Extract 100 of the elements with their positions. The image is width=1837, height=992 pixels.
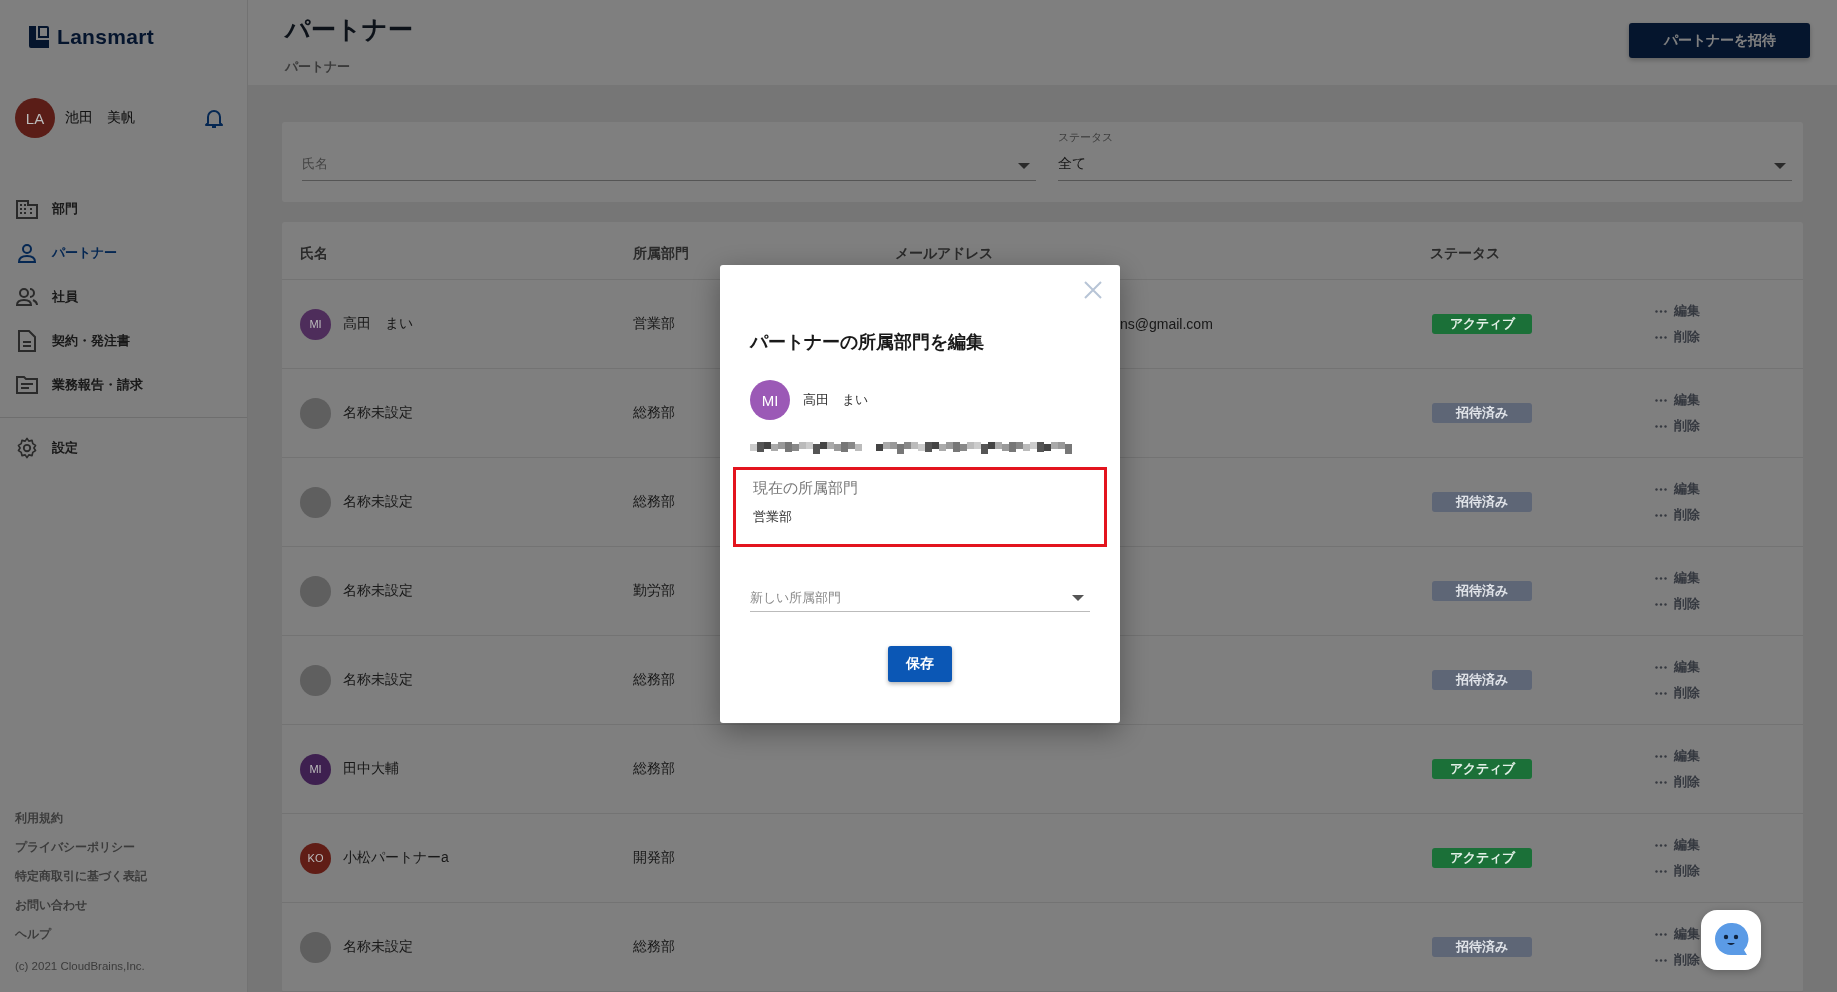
column-header: 氏名	[300, 244, 328, 263]
more-dots-icon	[1655, 424, 1667, 428]
status-badge: 招待済み	[1432, 670, 1532, 690]
app-logo: Lansmart	[57, 25, 154, 49]
footer-link[interactable]: プライバシーポリシー	[15, 840, 135, 855]
edit-link[interactable]: 編集	[1655, 569, 1700, 587]
partner-name: 高田 まい	[343, 315, 413, 333]
column-header: 所属部門	[633, 244, 689, 263]
delete-link[interactable]: 削除	[1655, 506, 1700, 524]
partner-name: 名称未設定	[343, 671, 413, 689]
field-label: 現在の所属部門	[753, 479, 858, 498]
department: 総務部	[633, 760, 675, 778]
more-dots-icon	[1655, 780, 1667, 784]
nav-item[interactable]: 部門	[0, 187, 84, 231]
delete-link[interactable]: 削除	[1655, 684, 1700, 702]
breadcrumb[interactable]: パートナー	[285, 58, 350, 76]
more-dots-icon	[1655, 843, 1667, 847]
chat-button[interactable]	[1701, 910, 1761, 970]
nav-item[interactable]: 契約・発注書	[0, 319, 136, 363]
folder-icon	[16, 376, 38, 394]
partner-name: 名称未設定	[343, 582, 413, 600]
more-dots-icon	[1655, 398, 1667, 402]
partner-name: 名称未設定	[343, 493, 413, 511]
more-dots-icon	[1655, 869, 1667, 873]
delete-link[interactable]: 削除	[1655, 773, 1700, 791]
person-icon	[18, 243, 36, 263]
more-dots-icon	[1655, 602, 1667, 606]
department: 総務部	[633, 938, 675, 956]
bell-icon[interactable]	[205, 107, 223, 129]
avatar: MI	[750, 380, 790, 420]
status-badge: アクティブ	[1432, 314, 1532, 334]
more-dots-icon	[1655, 576, 1667, 580]
nav-item[interactable]: 社員	[0, 275, 84, 319]
document-icon	[18, 330, 36, 352]
invite-button[interactable]: パートナーを招待	[1629, 23, 1810, 58]
department-dropdown[interactable]: 新しい所属部門	[750, 585, 1090, 612]
footer-link[interactable]: 利用規約	[15, 811, 63, 826]
edit-link[interactable]: 編集	[1655, 836, 1700, 854]
partner-name: 田中大輔	[343, 760, 399, 778]
partner-name: 高田 まい	[803, 391, 868, 409]
edit-link[interactable]: 編集	[1655, 925, 1700, 943]
department: 開発部	[633, 849, 675, 867]
partner-name: 小松パートナーa	[343, 849, 449, 867]
current-department: 営業部	[753, 508, 792, 526]
avatar: MI	[300, 753, 331, 785]
column-header: メールアドレス	[895, 244, 993, 263]
status-badge: 招待済み	[1432, 937, 1532, 957]
partner-name: 名称未設定	[343, 938, 413, 956]
department: 営業部	[633, 315, 675, 333]
user-name: 池田 美帆	[65, 109, 136, 127]
more-dots-icon	[1655, 309, 1667, 313]
user-avatar: LA	[15, 98, 55, 138]
edit-link[interactable]: 編集	[1655, 391, 1700, 409]
department: 総務部	[633, 671, 675, 689]
copyright: (c) 2021 CloudBrains,Inc.	[15, 960, 146, 972]
email: ns@gmail.com	[1120, 316, 1213, 332]
footer-link[interactable]: 特定商取引に基づく表記	[15, 869, 147, 884]
status-badge: 招待済み	[1432, 403, 1532, 423]
status-badge: 招待済み	[1432, 581, 1532, 601]
avatar: MI	[300, 308, 331, 340]
more-dots-icon	[1655, 691, 1667, 695]
delete-link[interactable]: 削除	[1655, 951, 1700, 969]
more-dots-icon	[1655, 513, 1667, 517]
dropdown-arrow-icon	[1072, 595, 1084, 601]
more-dots-icon	[1655, 754, 1667, 758]
dialog-title: パートナーの所属部門を編集	[750, 331, 984, 354]
people-icon	[16, 288, 38, 306]
column-header: ステータス	[1430, 244, 1500, 263]
nav-item[interactable]: パートナー	[0, 231, 123, 275]
logo-icon	[27, 25, 51, 49]
more-dots-icon	[1655, 958, 1667, 962]
more-dots-icon	[1655, 932, 1667, 936]
filter-dropdown[interactable]: 氏名	[302, 134, 1036, 181]
delete-link[interactable]: 削除	[1655, 595, 1700, 613]
page-title: パートナー	[285, 14, 413, 45]
footer-link[interactable]: お問い合わせ	[15, 898, 87, 913]
status-badge: 招待済み	[1432, 492, 1532, 512]
status-badge: アクティブ	[1432, 759, 1532, 779]
nav-item[interactable]: 設定	[0, 426, 84, 470]
more-dots-icon	[1655, 335, 1667, 339]
edit-link[interactable]: 編集	[1655, 658, 1700, 676]
department: 勤労部	[633, 582, 675, 600]
delete-link[interactable]: 削除	[1655, 328, 1700, 346]
edit-link[interactable]: 編集	[1655, 747, 1700, 765]
edit-link[interactable]: 編集	[1655, 302, 1700, 320]
status-badge: アクティブ	[1432, 848, 1532, 868]
nav-item[interactable]: 業務報告・請求	[0, 363, 149, 407]
save-button[interactable]: 保存	[888, 646, 952, 682]
settings-icon	[16, 437, 38, 459]
dropdown-arrow-icon	[1018, 163, 1030, 169]
partner-name: 名称未設定	[343, 404, 413, 422]
footer-link[interactable]: ヘルプ	[15, 927, 51, 942]
building-icon	[16, 199, 38, 219]
department: 総務部	[633, 404, 675, 422]
delete-link[interactable]: 削除	[1655, 862, 1700, 880]
avatar: KO	[300, 842, 331, 874]
delete-link[interactable]: 削除	[1655, 417, 1700, 435]
department: 総務部	[633, 493, 675, 511]
more-dots-icon	[1655, 487, 1667, 491]
edit-link[interactable]: 編集	[1655, 480, 1700, 498]
